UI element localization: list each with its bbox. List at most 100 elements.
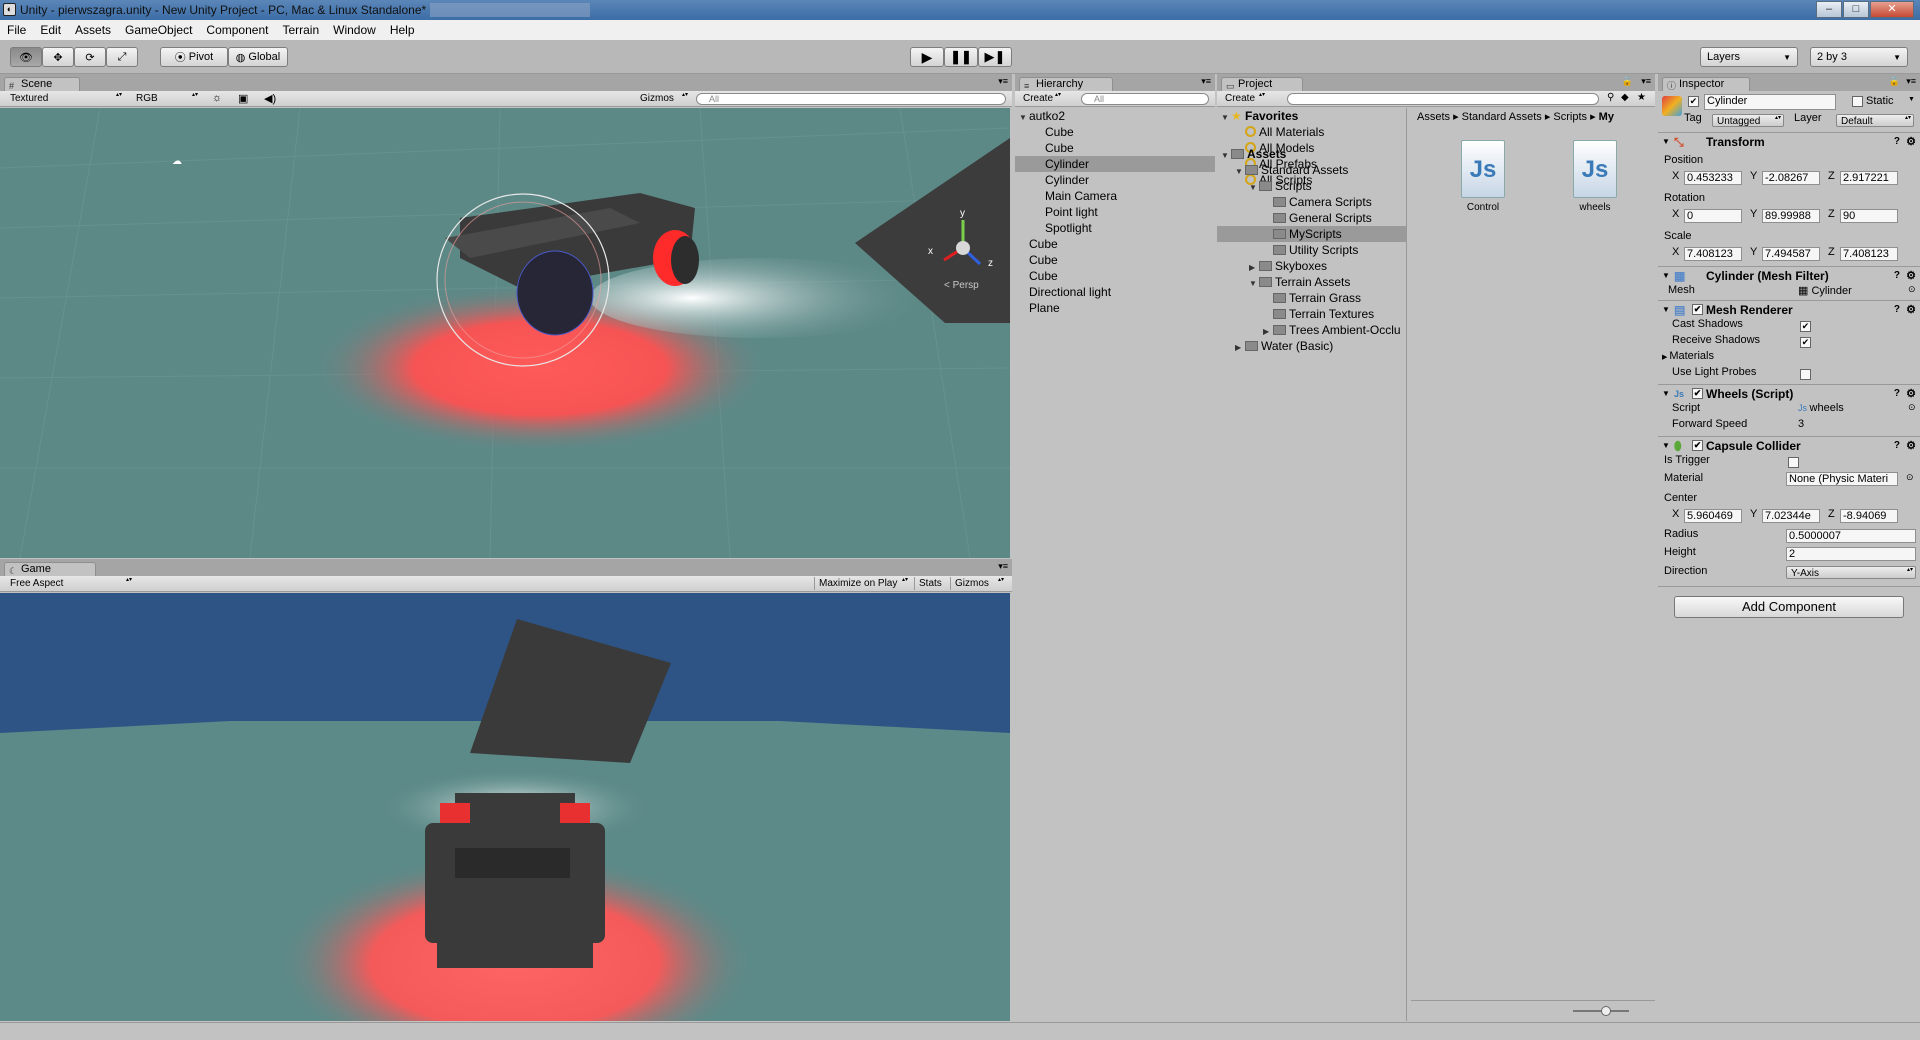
file-item[interactable]: Js wheels	[1555, 140, 1635, 213]
forward-speed-field[interactable]: 3	[1798, 418, 1804, 430]
position-y-field[interactable]: -2.08267	[1762, 171, 1820, 185]
hierarchy-item[interactable]: Point light	[1015, 204, 1215, 220]
menu-window[interactable]: Window	[326, 23, 383, 37]
hand-tool-button[interactable]: 👁	[10, 47, 42, 67]
expand-arrow-icon[interactable]: ▼	[1249, 180, 1259, 196]
wheels-enabled-checkbox[interactable]: ✔	[1692, 388, 1703, 399]
hierarchy-item[interactable]: Directional light	[1015, 284, 1215, 300]
layer-dropdown[interactable]: Default	[1836, 114, 1914, 127]
hierarchy-item[interactable]: Cube	[1015, 236, 1215, 252]
global-toggle[interactable]: ◍ Global	[228, 47, 288, 67]
expand-arrow-icon[interactable]: ▼	[1019, 110, 1029, 126]
tab-scene[interactable]: # Scene	[4, 77, 80, 91]
tab-project[interactable]: ▭ Project	[1221, 77, 1303, 91]
light-probes-checkbox[interactable]	[1800, 369, 1811, 380]
layout-dropdown[interactable]: 2 by 3 ▼	[1810, 47, 1908, 67]
asset-folder-item[interactable]: Terrain Grass	[1217, 290, 1406, 306]
asset-folder-item[interactable]: General Scripts	[1217, 210, 1406, 226]
persp-label[interactable]: < Persp	[944, 280, 979, 291]
object-name-input[interactable]: Cylinder	[1704, 94, 1836, 110]
help-icon[interactable]: ?	[1894, 133, 1900, 151]
minimize-button[interactable]: –	[1816, 1, 1842, 18]
scene-viewport[interactable]: y x z < Persp ☁	[0, 108, 1010, 558]
menu-gameobject[interactable]: GameObject	[118, 23, 199, 37]
wheels-script-header[interactable]: ▼ Js ✔ Wheels (Script) ? ⚙	[1658, 384, 1920, 402]
game-viewport[interactable]	[0, 593, 1010, 1021]
asset-folder-item[interactable]: Camera Scripts	[1217, 194, 1406, 210]
breadcrumb-assets[interactable]: Assets	[1417, 111, 1450, 123]
close-button[interactable]: ✕	[1870, 1, 1914, 18]
asset-folder-item[interactable]: Terrain Textures	[1217, 306, 1406, 322]
scale-y-field[interactable]: 7.494587	[1762, 247, 1820, 261]
hierarchy-item[interactable]: Cube	[1015, 252, 1215, 268]
gear-icon[interactable]: ⚙	[1906, 267, 1916, 285]
mesh-renderer-enabled-checkbox[interactable]: ✔	[1692, 304, 1703, 315]
favorite-star-icon[interactable]: ★	[1637, 92, 1646, 103]
expand-arrow-icon[interactable]: ▼	[1221, 110, 1231, 126]
asset-folder-item[interactable]: ▼ Terrain Assets	[1217, 274, 1406, 290]
hierarchy-item[interactable]: ▼ autko2	[1015, 108, 1215, 124]
asset-folder-item[interactable]: ▶ Trees Ambient-Occlu	[1217, 322, 1406, 338]
object-picker-icon[interactable]: ⊙	[1906, 472, 1914, 483]
gear-icon[interactable]: ⚙	[1906, 133, 1916, 151]
materials-foldout[interactable]: ▶ Materials	[1662, 350, 1714, 362]
menu-help[interactable]: Help	[383, 23, 422, 37]
cast-shadows-checkbox[interactable]: ✔	[1800, 321, 1811, 332]
help-icon[interactable]: ?	[1894, 301, 1900, 319]
scene-search-input[interactable]: All	[696, 93, 1006, 105]
collapse-arrow-icon[interactable]: ▼	[1662, 437, 1670, 455]
height-field[interactable]: 2	[1786, 547, 1916, 561]
panel-menu-icon[interactable]: ▾≡	[1201, 76, 1211, 87]
active-checkbox[interactable]: ✔	[1688, 96, 1699, 107]
capsule-collider-header[interactable]: ▼ ⬮ ✔ Capsule Collider ? ⚙	[1658, 436, 1920, 454]
mesh-renderer-header[interactable]: ▼ ▤ ✔ Mesh Renderer ? ⚙	[1658, 300, 1920, 318]
center-z-field[interactable]: -8.94069	[1840, 509, 1898, 523]
gear-icon[interactable]: ⚙	[1906, 301, 1916, 319]
material-field[interactable]: None (Physic Materi	[1786, 472, 1898, 486]
asset-folder-item[interactable]: ▶ Water (Basic)	[1217, 338, 1406, 354]
project-search-input[interactable]	[1287, 93, 1599, 105]
color-mode-dropdown[interactable]: RGB	[132, 92, 200, 105]
rotation-y-field[interactable]: 89.99988	[1762, 209, 1820, 223]
capsule-enabled-checkbox[interactable]: ✔	[1692, 440, 1703, 451]
asset-folder-item[interactable]: MyScripts	[1217, 226, 1406, 242]
hierarchy-item[interactable]: Cylinder	[1015, 172, 1215, 188]
hierarchy-search-input[interactable]: All	[1081, 93, 1209, 105]
rotation-x-field[interactable]: 0	[1684, 209, 1742, 223]
help-icon[interactable]: ?	[1894, 385, 1900, 403]
favorite-item[interactable]: All Materials	[1217, 124, 1406, 140]
breadcrumb-standard-assets[interactable]: Standard Assets	[1462, 111, 1542, 123]
hierarchy-item[interactable]: Cube	[1015, 124, 1215, 140]
scale-tool-button[interactable]: ⤢	[106, 47, 138, 67]
hierarchy-item[interactable]: Cylinder	[1015, 156, 1215, 172]
script-field[interactable]: Js wheels	[1798, 402, 1844, 414]
tab-hierarchy[interactable]: ≡ Hierarchy	[1019, 77, 1113, 91]
expand-arrow-icon[interactable]: ▶	[1235, 340, 1245, 356]
position-z-field[interactable]: 2.917221	[1840, 171, 1898, 185]
layers-dropdown[interactable]: Layers ▼	[1700, 47, 1798, 67]
gear-icon[interactable]: ⚙	[1906, 385, 1916, 403]
lock-icon[interactable]: 🔒	[1889, 76, 1900, 87]
stats-toggle[interactable]: Stats	[914, 577, 950, 590]
add-component-button[interactable]: Add Component	[1674, 596, 1904, 618]
direction-dropdown[interactable]: Y-Axis	[1786, 566, 1916, 579]
position-x-field[interactable]: 0.453233	[1684, 171, 1742, 185]
help-icon[interactable]: ?	[1894, 267, 1900, 285]
mesh-filter-header[interactable]: ▼ ▦ Cylinder (Mesh Filter) ? ⚙	[1658, 266, 1920, 284]
project-create-dropdown[interactable]: Create	[1221, 92, 1267, 105]
pivot-toggle[interactable]: ⦿ Pivot	[160, 47, 228, 67]
gear-icon[interactable]: ⚙	[1906, 437, 1916, 455]
game-gizmos-dropdown[interactable]: Gizmos	[950, 577, 1006, 590]
hierarchy-create-dropdown[interactable]: Create	[1019, 92, 1063, 105]
scale-z-field[interactable]: 7.408123	[1840, 247, 1898, 261]
collapse-arrow-icon[interactable]: ▼	[1662, 301, 1670, 319]
filter-label-icon[interactable]: ◆	[1621, 92, 1629, 103]
expand-arrow-icon[interactable]: ▼	[1235, 164, 1245, 180]
receive-shadows-checkbox[interactable]: ✔	[1800, 337, 1811, 348]
menu-terrain[interactable]: Terrain	[275, 23, 326, 37]
asset-folder-item[interactable]: ▶ Skyboxes	[1217, 258, 1406, 274]
help-icon[interactable]: ?	[1894, 437, 1900, 455]
maximize-button[interactable]: □	[1843, 1, 1869, 18]
scene-gizmos-dropdown[interactable]: Gizmos	[636, 92, 690, 105]
play-button[interactable]: ▶	[910, 47, 944, 67]
